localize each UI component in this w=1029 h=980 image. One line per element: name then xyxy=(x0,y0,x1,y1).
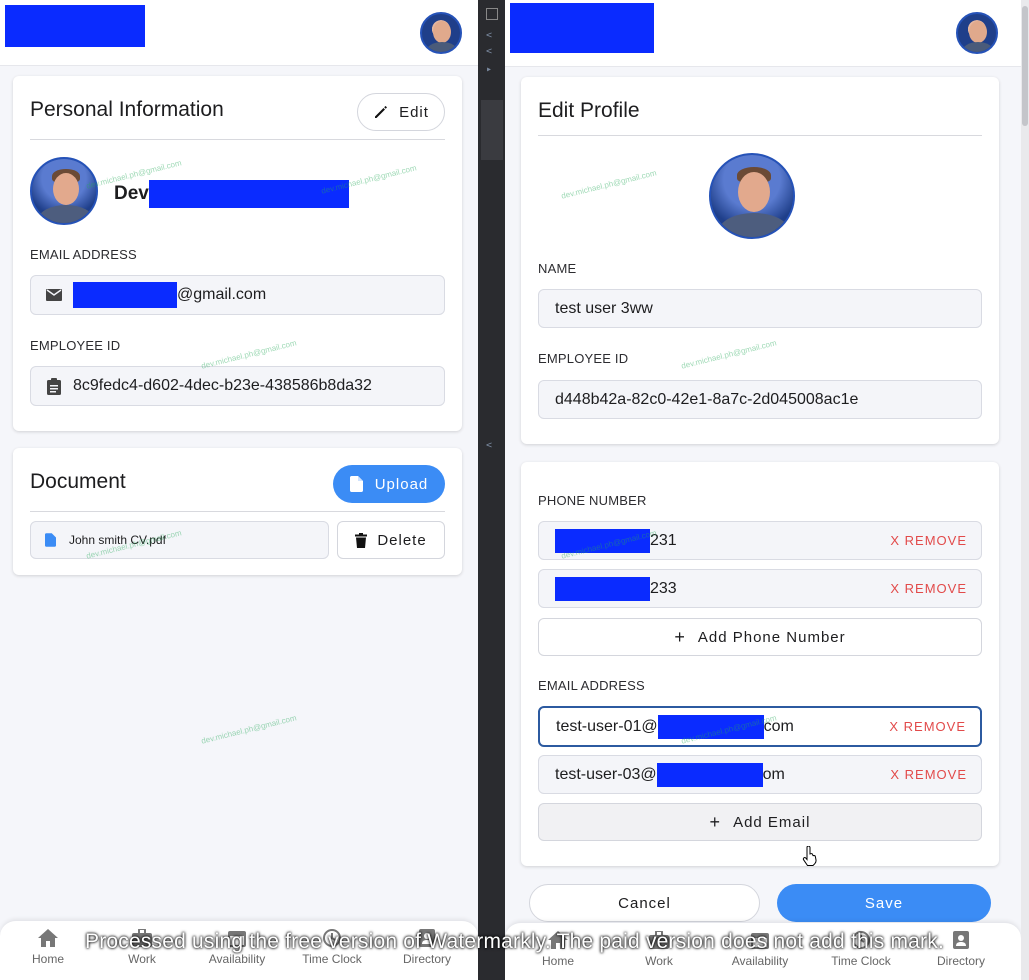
nav-directory[interactable]: Directory xyxy=(382,927,472,966)
nav-time-clock[interactable]: Time Clock xyxy=(816,929,906,968)
email-label: EMAIL ADDRESS xyxy=(538,678,645,693)
phone-label: PHONE NUMBER xyxy=(538,493,647,508)
employee-id-label: EMPLOYEE ID xyxy=(538,351,629,366)
briefcase-icon xyxy=(131,927,153,949)
app-logo xyxy=(510,3,654,53)
remove-phone-button[interactable]: X REMOVE xyxy=(890,581,967,596)
remove-email-button[interactable]: X REMOVE xyxy=(890,767,967,782)
phone-input[interactable]: 233 X REMOVE xyxy=(538,569,982,608)
document-file-item[interactable]: John smith CV.pdf xyxy=(30,521,329,559)
devtools-strip: < < ▸ < xyxy=(478,0,505,980)
nav-directory[interactable]: Directory xyxy=(916,929,1006,968)
name-input[interactable]: test user 3ww xyxy=(538,289,982,328)
employee-id-input[interactable]: d448b42a-82c0-42e1-8a7c-2d045008ac1e xyxy=(538,380,982,419)
nav-work[interactable]: Work xyxy=(97,927,187,966)
add-email-button[interactable]: + Add Email xyxy=(538,803,982,841)
app-logo xyxy=(5,5,145,47)
card-title: Document xyxy=(30,470,126,493)
delete-button-label: Delete xyxy=(377,531,427,549)
clock-icon xyxy=(850,929,872,951)
card-title: Personal Information xyxy=(30,98,224,121)
clipboard-icon xyxy=(45,377,63,395)
save-button[interactable]: Save xyxy=(777,884,991,922)
edit-button-label: Edit xyxy=(399,103,429,121)
nav-work[interactable]: Work xyxy=(614,929,704,968)
email-input-focused[interactable]: test-user-01@ com X REMOVE xyxy=(538,706,982,747)
nav-time-clock[interactable]: Time Clock xyxy=(287,927,377,966)
divider xyxy=(538,135,982,136)
edit-profile-card: Edit Profile NAME test user 3ww EMPLOYEE… xyxy=(521,77,999,444)
briefcase-icon xyxy=(648,929,670,951)
app-header xyxy=(505,0,1021,67)
bottom-navigation: Home Work Availability Time Clock Direct… xyxy=(0,920,478,980)
redacted-phone xyxy=(555,576,650,601)
cancel-button[interactable]: Cancel xyxy=(529,884,760,922)
email-input[interactable]: test-user-03@ om X REMOVE xyxy=(538,755,982,794)
delete-button[interactable]: Delete xyxy=(337,521,445,559)
profile-avatar-upload[interactable] xyxy=(709,153,795,239)
calendar-icon xyxy=(749,929,771,951)
home-icon xyxy=(37,927,59,949)
nav-availability[interactable]: Availability xyxy=(192,927,282,966)
name-label: NAME xyxy=(538,261,577,276)
profile-name: Dev xyxy=(114,180,349,208)
nav-home[interactable]: Home xyxy=(3,927,93,966)
right-app-panel: Edit Profile NAME test user 3ww EMPLOYEE… xyxy=(505,0,1021,980)
remove-email-button[interactable]: X REMOVE xyxy=(889,719,966,734)
redacted-email xyxy=(656,762,763,787)
hand-cursor-icon xyxy=(802,845,818,871)
divider xyxy=(30,139,445,140)
upload-button[interactable]: Upload xyxy=(333,465,445,503)
directory-icon xyxy=(950,929,972,951)
left-app-panel: Personal Information Edit Dev EMAIL ADDR… xyxy=(0,0,478,980)
app-header xyxy=(0,0,478,66)
user-avatar-button[interactable] xyxy=(420,12,462,54)
plus-icon: + xyxy=(674,627,686,647)
directory-icon xyxy=(416,927,438,949)
employee-id-label: EMPLOYEE ID xyxy=(30,338,121,353)
card-title: Edit Profile xyxy=(538,99,640,122)
redacted-name xyxy=(148,180,349,208)
mail-icon xyxy=(45,286,63,304)
document-card: Document Upload John smith CV.pdf Delete xyxy=(13,448,462,575)
nav-home[interactable]: Home xyxy=(513,929,603,968)
calendar-icon xyxy=(226,927,248,949)
nav-availability[interactable]: Availability xyxy=(715,929,805,968)
contact-card: PHONE NUMBER 231 X REMOVE 233 X REMOVE +… xyxy=(521,462,999,866)
divider xyxy=(30,511,445,512)
trash-icon xyxy=(355,532,368,548)
email-field: @gmail.com xyxy=(30,275,445,315)
upload-button-label: Upload xyxy=(374,475,429,493)
profile-avatar xyxy=(30,157,98,225)
home-icon xyxy=(547,929,569,951)
pencil-icon xyxy=(373,104,389,120)
window-scrollbar[interactable] xyxy=(1021,0,1029,980)
employee-id-field: 8c9fedc4-d602-4dec-b23e-438586b8da32 xyxy=(30,366,445,406)
personal-information-card: Personal Information Edit Dev EMAIL ADDR… xyxy=(13,76,462,431)
plus-icon: + xyxy=(709,812,722,832)
add-phone-button[interactable]: + Add Phone Number xyxy=(538,618,982,656)
edit-button[interactable]: Edit xyxy=(357,93,445,131)
file-icon xyxy=(349,476,363,492)
redacted-email xyxy=(73,282,177,308)
clock-icon xyxy=(321,927,343,949)
user-avatar-button[interactable] xyxy=(956,12,998,54)
remove-phone-button[interactable]: X REMOVE xyxy=(890,533,967,548)
bottom-navigation: Home Work Availability Time Clock Direct… xyxy=(505,922,1021,980)
file-icon xyxy=(41,531,59,549)
email-label: EMAIL ADDRESS xyxy=(30,247,137,262)
